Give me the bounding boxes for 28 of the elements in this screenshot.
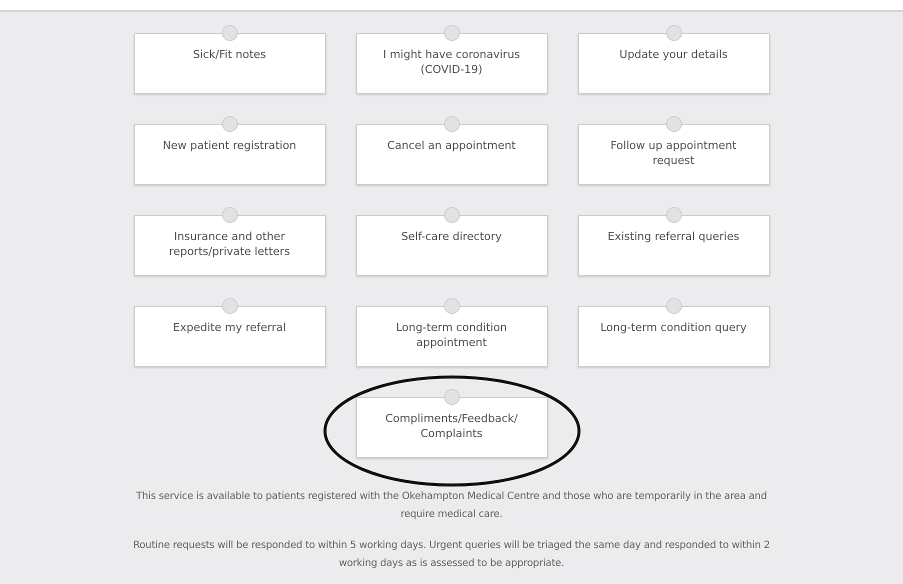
- service-tile[interactable]: Insurance and other reports/private letters: [134, 215, 326, 276]
- tab-circle-icon: [444, 116, 460, 132]
- tab-circle-icon: [444, 25, 460, 41]
- service-tile[interactable]: Compliments/Feedback/ Complaints: [356, 397, 548, 458]
- service-tile[interactable]: Sick/Fit notes: [134, 33, 326, 94]
- tab-circle-icon: [444, 298, 460, 314]
- service-tile[interactable]: I might have coronavirus (COVID-19): [356, 33, 548, 94]
- service-tile[interactable]: Update your details: [578, 33, 770, 94]
- tab-circle-icon: [222, 25, 238, 41]
- service-tile[interactable]: Expedite my referral: [134, 306, 326, 367]
- tab-circle-icon: [666, 207, 682, 223]
- tab-circle-icon: [222, 298, 238, 314]
- info-paragraph: Routine requests will be responded to within 5 working days. Urgent queries will be triaged the same day and responded to within 2 working days as is assessed to be appropriate.: [132, 539, 771, 571]
- tab-circle-icon: [222, 116, 238, 132]
- tab-circle-icon: [444, 389, 460, 405]
- info-paragraph: This service is available to patients registered with the Okehampton Medical Centre and those who are temporarily in the area and require medical care.: [135, 490, 768, 522]
- service-tile[interactable]: Long-term condition query: [578, 306, 770, 367]
- service-tile[interactable]: Long-term condition appointment: [356, 306, 548, 367]
- service-tile[interactable]: New patient registration: [134, 124, 326, 185]
- service-tile[interactable]: Follow up appointment request: [578, 124, 770, 185]
- service-tile[interactable]: Existing referral queries: [578, 215, 770, 276]
- tab-circle-icon: [222, 207, 238, 223]
- tab-circle-icon: [666, 25, 682, 41]
- tab-circle-icon: [666, 116, 682, 132]
- tab-circle-icon: [666, 298, 682, 314]
- service-tile[interactable]: Self-care directory: [356, 215, 548, 276]
- tab-circle-icon: [444, 207, 460, 223]
- service-tile[interactable]: Cancel an appointment: [356, 124, 548, 185]
